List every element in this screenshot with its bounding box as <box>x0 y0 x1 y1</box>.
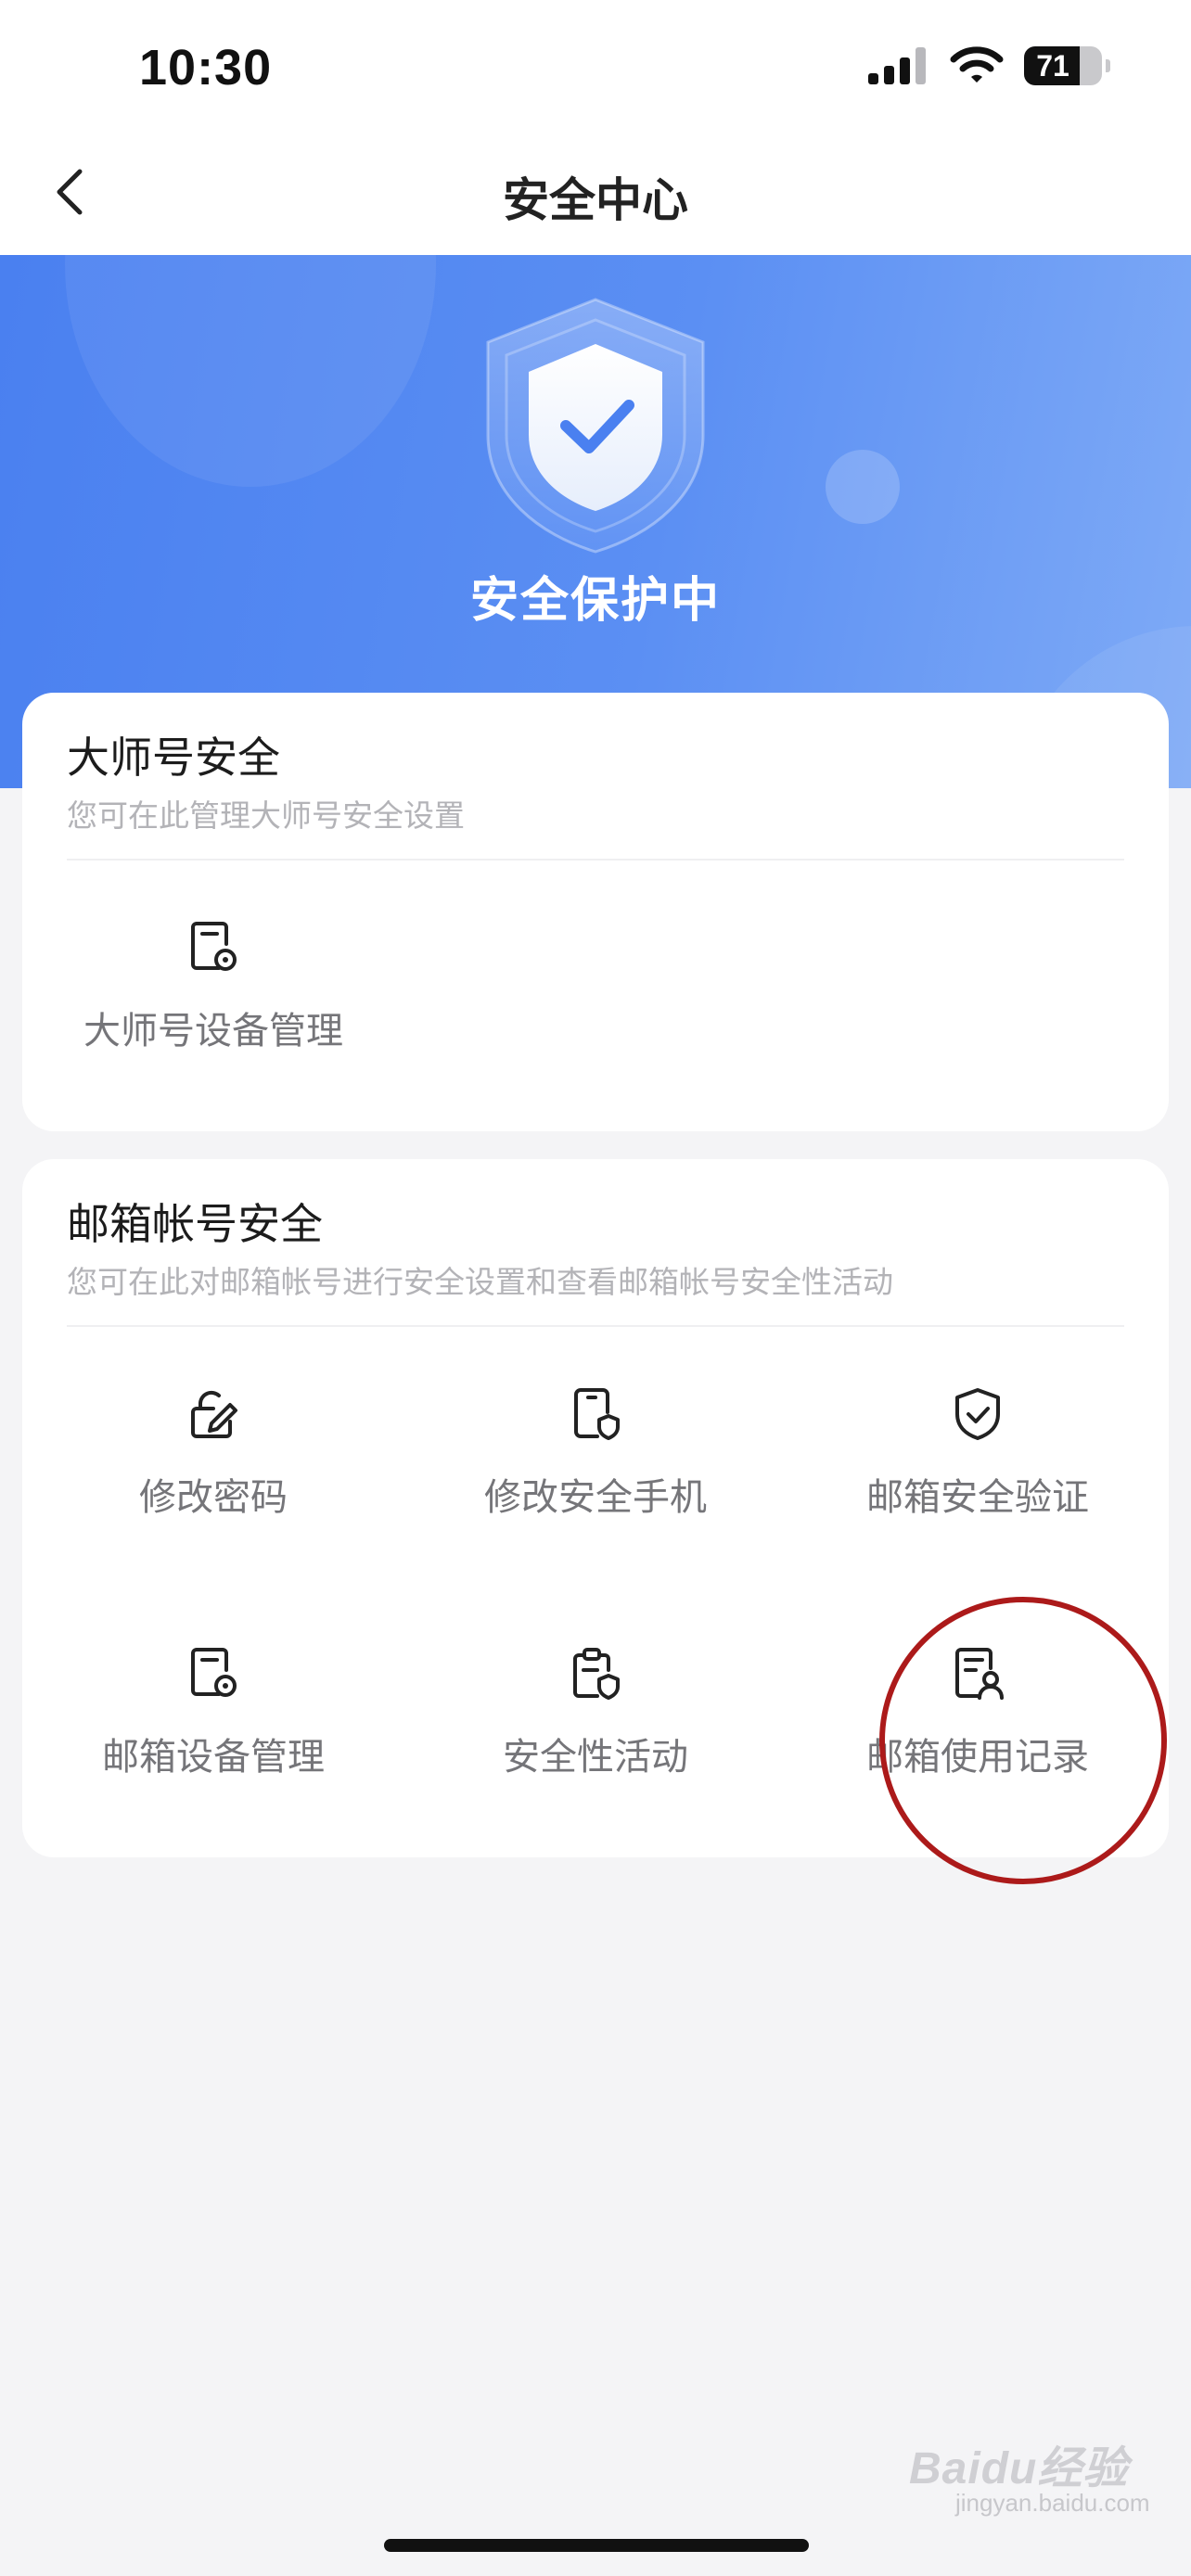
phone-shield-icon <box>404 1382 787 1447</box>
security-status-text: 安全保护中 <box>469 574 721 628</box>
usage-record-icon <box>787 1641 1169 1706</box>
change-security-phone-button[interactable]: 修改安全手机 <box>404 1363 787 1549</box>
mailbox-security-card: 邮箱帐号安全 您可在此对邮箱帐号进行安全设置和查看邮箱帐号安全性活动 修改密码 … <box>22 1159 1169 1857</box>
divider <box>67 859 1124 861</box>
battery-icon: 71 <box>1024 46 1110 85</box>
master-device-management-button[interactable]: 大师号设备管理 <box>22 897 404 1082</box>
section-title: 大师号安全 <box>67 733 280 782</box>
nav-bar: 安全中心 <box>0 139 1191 255</box>
master-account-security-card: 大师号安全 您可在此管理大师号安全设置 大师号设备管理 <box>22 693 1169 1131</box>
battery-percent: 71 <box>1036 49 1069 83</box>
wifi-icon <box>950 46 1004 83</box>
grid-item-label: 修改密码 <box>139 1477 288 1518</box>
decorative-circle <box>65 255 436 487</box>
grid-item-label: 邮箱使用记录 <box>866 1737 1089 1778</box>
grid-item-label: 安全性活动 <box>503 1737 688 1778</box>
grid-item-label: 邮箱安全验证 <box>866 1477 1089 1518</box>
mailbox-usage-record-button[interactable]: 邮箱使用记录 <box>787 1623 1169 1808</box>
section-subtitle: 您可在此管理大师号安全设置 <box>67 798 465 833</box>
mailbox-device-management-button[interactable]: 邮箱设备管理 <box>22 1623 404 1808</box>
watermark-url: jingyan.baidu.com <box>955 2489 1150 2517</box>
baidu-watermark: Baidu经验 <box>909 2444 1129 2493</box>
divider <box>67 1325 1124 1327</box>
shield-verify-icon <box>787 1382 1169 1447</box>
clipboard-shield-icon <box>404 1641 787 1706</box>
status-time: 10:30 <box>139 40 273 96</box>
section-subtitle: 您可在此对邮箱帐号进行安全设置和查看邮箱帐号安全性活动 <box>67 1265 893 1299</box>
change-password-button[interactable]: 修改密码 <box>22 1363 404 1549</box>
decorative-circle <box>826 450 900 524</box>
grid-item-label: 修改安全手机 <box>484 1477 707 1518</box>
battery-cap <box>1106 59 1110 72</box>
status-bar: 10:30 71 <box>0 0 1191 139</box>
device-settings-icon <box>22 1641 404 1706</box>
status-icons: 71 <box>868 46 1110 85</box>
security-activity-button[interactable]: 安全性活动 <box>404 1623 787 1808</box>
grid-item-label: 邮箱设备管理 <box>102 1737 325 1778</box>
home-indicator[interactable] <box>384 2539 809 2552</box>
section-title: 邮箱帐号安全 <box>67 1200 323 1248</box>
page-title: 安全中心 <box>503 174 688 226</box>
cellular-signal-icon <box>868 47 926 84</box>
edit-password-icon <box>22 1382 404 1447</box>
shield-check-icon <box>486 298 705 554</box>
mailbox-security-verification-button[interactable]: 邮箱安全验证 <box>787 1363 1169 1549</box>
device-settings-icon <box>22 915 404 980</box>
grid-item-label: 大师号设备管理 <box>83 1011 343 1052</box>
